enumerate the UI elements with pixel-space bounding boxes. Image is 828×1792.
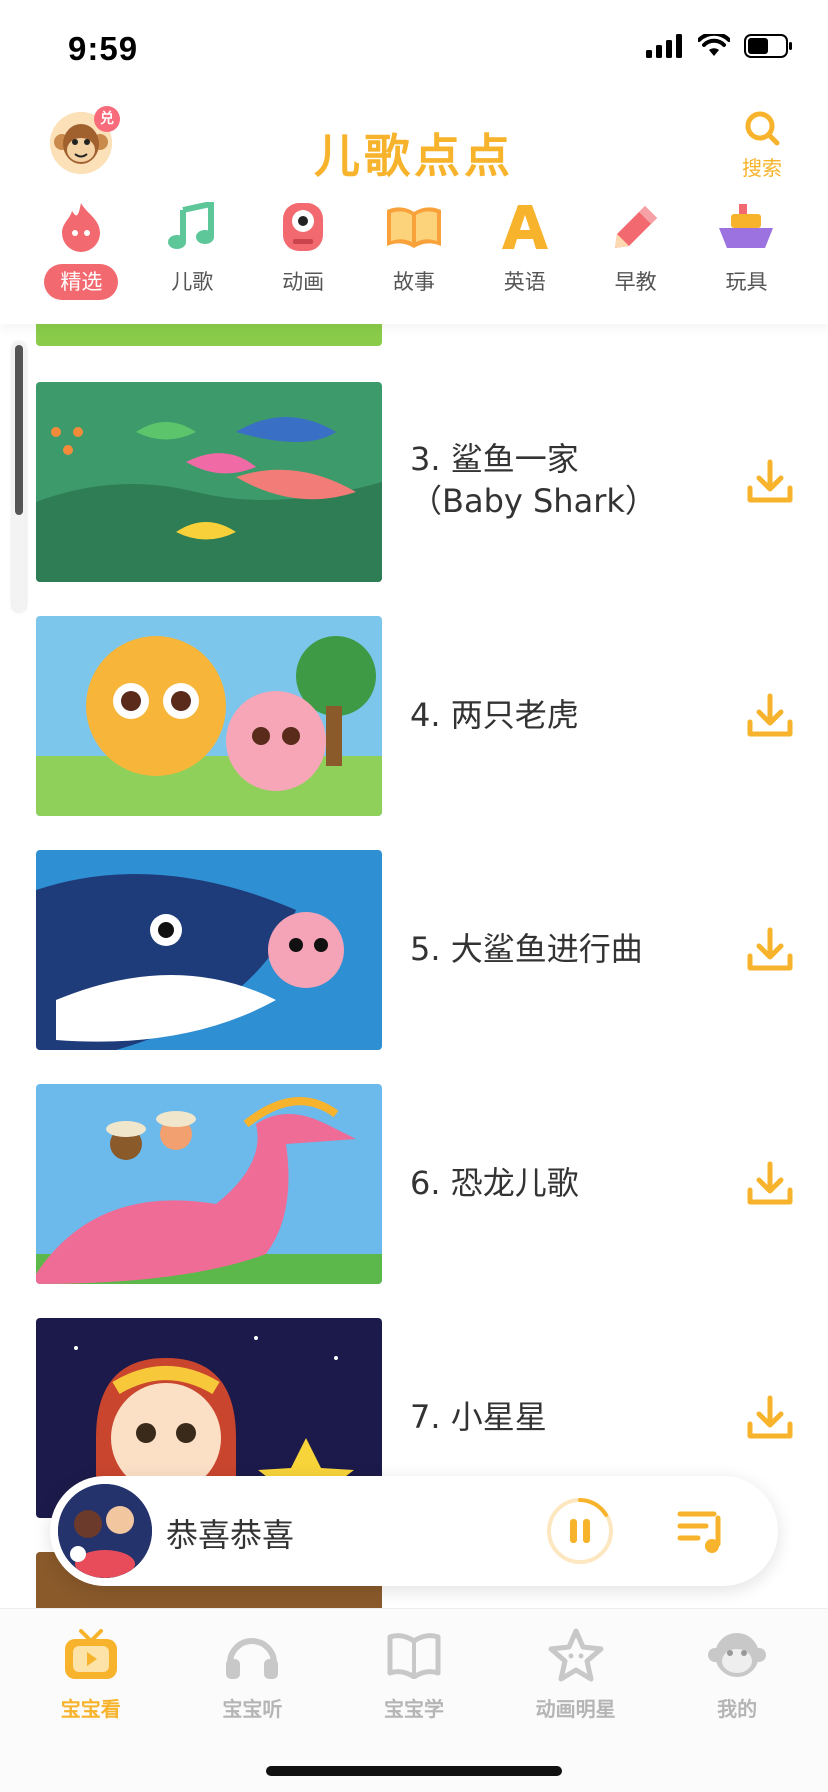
tab-profile[interactable]: 我的 <box>662 1609 812 1792</box>
status-bar: 9:59 <box>0 0 828 96</box>
tab-learn[interactable]: 宝宝学 <box>339 1609 489 1792</box>
wifi-icon <box>698 34 730 56</box>
letter-a-icon <box>496 200 554 254</box>
category-item-early-education[interactable]: 早教 <box>592 200 680 324</box>
category-item-featured[interactable]: 精选 <box>37 200 125 324</box>
category-item-english[interactable]: 英语 <box>481 200 569 324</box>
bottom-tab-bar: 宝宝看 宝宝听 宝宝学 动画明星 我的 <box>0 1608 828 1792</box>
video-thumbnail <box>36 850 382 1050</box>
headphones-icon <box>222 1627 282 1683</box>
list-item[interactable]: 3. 鲨鱼一家 （Baby Shark） <box>0 382 828 582</box>
download-icon[interactable] <box>742 454 798 510</box>
list-item[interactable]: 5. 大鲨鱼进行曲 <box>0 850 828 1050</box>
video-thumbnail <box>36 1084 382 1284</box>
playlist-icon[interactable] <box>676 1504 728 1556</box>
category-label: 英语 <box>503 270 546 294</box>
video-title[interactable]: 7. 小星星 <box>410 1396 720 1438</box>
category-label: 玩具 <box>725 270 768 294</box>
tab-listen[interactable]: 宝宝听 <box>177 1609 327 1792</box>
download-icon[interactable] <box>742 1156 798 1212</box>
home-indicator[interactable] <box>266 1766 562 1776</box>
video-title[interactable]: 5. 大鲨鱼进行曲 <box>410 928 720 970</box>
scroll-thumb[interactable] <box>15 345 23 515</box>
video-title[interactable]: 4. 两只老虎 <box>410 694 720 736</box>
mini-player[interactable]: 恭喜恭喜 <box>50 1476 778 1586</box>
category-label: 早教 <box>614 270 657 294</box>
video-title-line: （Baby Shark） <box>410 482 657 520</box>
cellular-signal-icon <box>646 34 682 58</box>
category-bar: 精选 儿歌 动画 故事 英语 早教 玩具 <box>0 200 828 324</box>
tab-label: 宝宝听 <box>222 1697 283 1721</box>
tv-icon <box>61 1627 121 1683</box>
battery-icon <box>744 34 792 58</box>
category-item-animation[interactable]: 动画 <box>259 200 347 324</box>
category-item-toys[interactable]: 玩具 <box>702 200 790 324</box>
download-icon[interactable] <box>742 922 798 978</box>
video-title-line: 3. 鲨鱼一家 <box>410 440 579 478</box>
download-icon[interactable] <box>742 1390 798 1446</box>
video-title[interactable]: 3. 鲨鱼一家 （Baby Shark） <box>410 438 720 522</box>
list-item[interactable]: 6. 恐龙儿歌 <box>0 1084 828 1284</box>
monkey-face-icon <box>707 1627 767 1683</box>
star-icon <box>546 1627 606 1683</box>
video-thumbnail <box>36 382 382 582</box>
music-note-icon <box>163 200 221 254</box>
category-label: 动画 <box>282 270 325 294</box>
status-time: 9:59 <box>68 30 139 67</box>
open-book-icon <box>384 1627 444 1683</box>
player-title: 恭喜恭喜 <box>166 1516 295 1554</box>
tab-label: 我的 <box>717 1697 758 1721</box>
category-label: 故事 <box>392 270 435 294</box>
category-item-stories[interactable]: 故事 <box>370 200 458 324</box>
status-icons <box>646 34 794 58</box>
player-cover[interactable] <box>58 1484 152 1578</box>
tab-label: 宝宝看 <box>60 1697 121 1721</box>
tab-cartoon-stars[interactable]: 动画明星 <box>501 1609 651 1792</box>
search-button[interactable]: 搜索 <box>732 110 792 181</box>
video-thumbnail <box>36 616 382 816</box>
eye-monster-icon <box>274 200 332 254</box>
video-list[interactable]: 3. 鲨鱼一家 （Baby Shark） 4. 两只老虎 5. 大鲨鱼进行曲 6… <box>0 324 828 1608</box>
category-label: 儿歌 <box>171 270 214 294</box>
list-item[interactable]: 4. 两只老虎 <box>0 616 828 816</box>
video-title[interactable]: 6. 恐龙儿歌 <box>410 1162 720 1204</box>
pause-icon[interactable] <box>546 1497 614 1565</box>
partial-thumbnail <box>36 324 382 346</box>
search-icon <box>745 111 780 146</box>
fire-icon <box>52 200 110 254</box>
download-icon[interactable] <box>742 688 798 744</box>
tab-label: 宝宝学 <box>383 1697 444 1721</box>
tab-watch[interactable]: 宝宝看 <box>16 1609 166 1792</box>
app-title: 儿歌点点 <box>314 129 514 183</box>
boat-toy-icon <box>717 200 775 254</box>
book-icon <box>385 200 443 254</box>
app-header: 兑 儿歌点点 搜索 <box>0 96 828 196</box>
category-item-songs[interactable]: 儿歌 <box>148 200 236 324</box>
tab-label: 动画明星 <box>535 1697 616 1721</box>
search-label: 搜索 <box>742 156 782 180</box>
scroll-indicator[interactable] <box>12 342 26 612</box>
category-label: 精选 <box>44 264 119 300</box>
pencil-icon <box>607 200 665 254</box>
